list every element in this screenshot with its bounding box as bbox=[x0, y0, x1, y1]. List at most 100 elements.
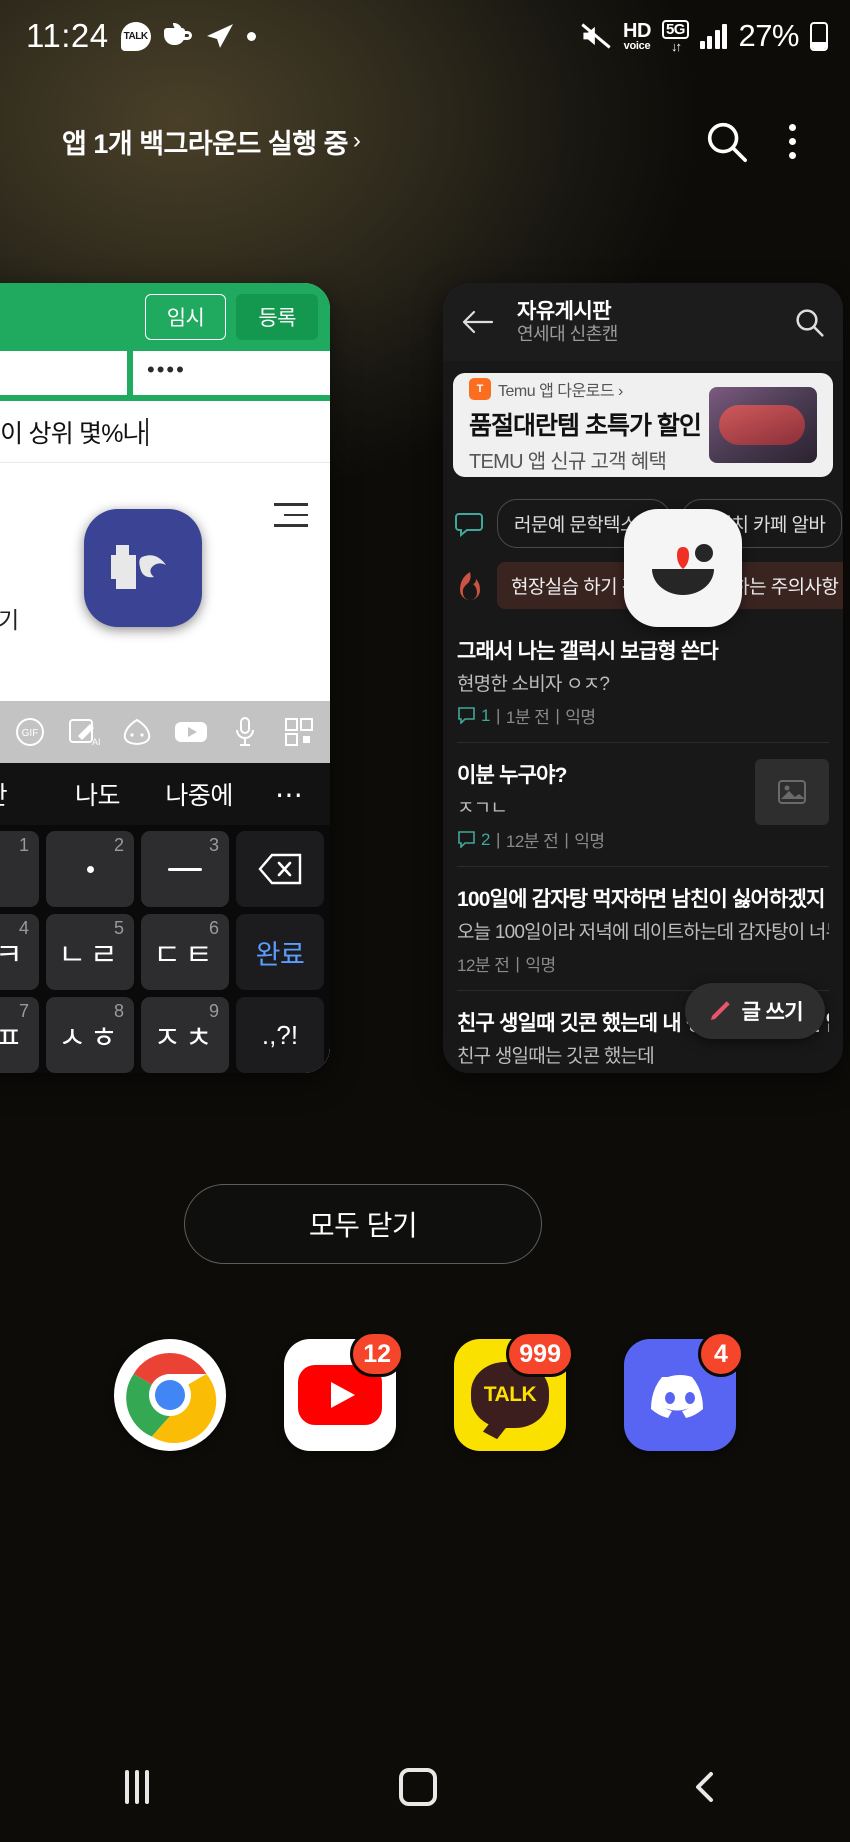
everytime-content[interactable]: T Temu 앱 다운로드 › 품절대란템 초특가 할인 TEMU 앱 신규 고… bbox=[443, 361, 843, 1073]
youtube-icon[interactable] bbox=[172, 713, 210, 751]
submit-button[interactable]: 등록 bbox=[236, 294, 318, 340]
ad-brand-label: Temu 앱 다운로드 › bbox=[498, 382, 623, 400]
text-caret bbox=[145, 417, 148, 446]
keyboard-toolbar[interactable]: GIF AI bbox=[0, 701, 330, 763]
post-time: 12분 전 bbox=[457, 956, 510, 975]
temu-logo-icon: T bbox=[469, 377, 491, 400]
post-author: 익명 bbox=[574, 832, 605, 851]
chrome-icon[interactable] bbox=[114, 1339, 226, 1451]
key-digeut-tieut[interactable]: 6 ㄷㅌ bbox=[141, 914, 229, 990]
keyboard-row: 1 2 3 bbox=[0, 831, 330, 914]
status-bar: 11:24 TALK HD voice 5G ↓↑ 27% bbox=[0, 0, 850, 72]
ai-draw-icon[interactable]: AI bbox=[65, 713, 103, 751]
key-jieut-chieut[interactable]: 9 ㅈㅊ bbox=[141, 997, 229, 1073]
list-item[interactable]: 100일에 감자탕 먹자하면 남친이 싫어하겠지 오늘 100일이라 저녁에 데… bbox=[457, 866, 829, 990]
close-all-button[interactable]: 모두 닫기 bbox=[184, 1184, 542, 1264]
app-cards-carousel[interactable]: ⌄ 임시 등록 •••• 력이면 메붕이 상위 몇%나 미지 만들기 bbox=[0, 283, 850, 1093]
key-bieup-pieup[interactable]: 7 ㅂㅍ bbox=[0, 997, 39, 1073]
suggestion-item[interactable]: 난 bbox=[0, 776, 47, 812]
dock-item-discord[interactable]: 4 bbox=[624, 1331, 744, 1451]
suggestion-more-button[interactable]: ⋯ bbox=[250, 778, 330, 811]
battery-percent: 27% bbox=[738, 18, 799, 53]
post-title: 100일에 감자탕 먹자하면 남친이 싫어하겠지 bbox=[457, 888, 825, 911]
recent-apps-icon[interactable] bbox=[125, 1770, 149, 1804]
recent-apps-screen: 11:24 TALK HD voice 5G ↓↑ 27% 앱 1개 백그라운드… bbox=[0, 0, 850, 1842]
suggestion-item[interactable]: 나도 bbox=[47, 776, 149, 812]
post-title-input[interactable]: 력이면 메붕이 상위 몇%나 bbox=[0, 401, 330, 463]
post-title-value: 력이면 메붕이 상위 몇%나 bbox=[0, 419, 146, 448]
mic-icon[interactable] bbox=[226, 713, 264, 751]
comment-count: 1 bbox=[457, 706, 490, 726]
board-title: 자유게시판 bbox=[517, 299, 612, 323]
keyboard-row: 7 ㅂㅍ 8 ㅅㅎ 9 ㅈㅊ .,?! bbox=[0, 997, 330, 1073]
ad-headline: 품절대란템 초특가 할인 bbox=[469, 411, 702, 440]
nickname-input[interactable] bbox=[0, 351, 127, 395]
svg-text:AI: AI bbox=[92, 737, 100, 747]
key-backspace[interactable] bbox=[236, 831, 324, 907]
dock-item-youtube[interactable]: 12 bbox=[284, 1331, 404, 1451]
kakaotalk-badge: 999 bbox=[506, 1331, 574, 1377]
password-value: •••• bbox=[147, 357, 186, 382]
key-dot[interactable]: 2 bbox=[46, 831, 134, 907]
key-giyeok-kieuk[interactable]: 4 ㄱㅋ bbox=[0, 914, 39, 990]
key-1[interactable]: 1 bbox=[0, 831, 39, 907]
post-preview: 오늘 100일이라 저녁에 데이트하는데 감자탕이 너무 먹고 bbox=[457, 922, 829, 943]
dot-icon bbox=[246, 31, 256, 41]
app-card-dcinside[interactable]: ⌄ 임시 등록 •••• 력이면 메붕이 상위 몇%나 미지 만들기 bbox=[0, 283, 330, 1073]
app-dock[interactable]: 12 TALK 999 4 bbox=[0, 1330, 850, 1460]
list-item[interactable]: 이분 누구야? ㅈㄱㄴ 2 | 12분 전 | 익명 bbox=[457, 742, 829, 866]
coffee-icon bbox=[163, 22, 193, 50]
more-vertical-icon[interactable] bbox=[789, 123, 796, 159]
board-subtitle: 연세대 신촌캔 bbox=[517, 323, 618, 344]
samsung-keyboard[interactable]: 난 나도 나중에 ⋯ 1 2 3 bbox=[0, 763, 330, 1073]
post-author: 익명 bbox=[525, 956, 556, 975]
suggestion-bar[interactable]: 난 나도 나중에 ⋯ bbox=[0, 763, 330, 825]
background-apps-button[interactable]: 앱 1개 백그라운드 실행 중 › bbox=[62, 122, 361, 161]
search-icon[interactable] bbox=[703, 118, 749, 164]
password-input[interactable]: •••• bbox=[133, 351, 330, 395]
ad-banner[interactable]: T Temu 앱 다운로드 › 품절대란템 초특가 할인 TEMU 앱 신규 고… bbox=[453, 373, 833, 477]
back-arrow-icon[interactable] bbox=[461, 309, 495, 335]
dc-credential-fields: •••• bbox=[0, 351, 330, 401]
recents-top-bar: 앱 1개 백그라운드 실행 중 › bbox=[0, 100, 850, 182]
keyboard-keys[interactable]: 1 2 3 4 ㅋ 5 ㄴㄹ 6 ㄷㅌ 완료 7 ㅍ 8 ㅅㅎ 9 ㅈㅊ .,?… bbox=[0, 825, 330, 1073]
sticker-icon[interactable] bbox=[118, 713, 156, 751]
app-card-everytime[interactable]: 자유게시판 연세대 신촌캔 T Temu 앱 다운로드 › 품절대란템 초특가 bbox=[443, 283, 843, 1073]
list-item[interactable]: 그래서 나는 갤럭시 보급형 쓴다 현명한 소비자 ㅇㅈ? 1 | 1분 전 | bbox=[457, 615, 829, 742]
key-punctuation[interactable]: .,?! bbox=[236, 997, 324, 1073]
hd-voice-icon: HD voice bbox=[623, 19, 651, 52]
kakaotalk-icon: TALK bbox=[120, 21, 151, 51]
dock-item-chrome[interactable] bbox=[114, 1339, 226, 1451]
key-nieun-rieul[interactable]: 5 ㄴㄹ bbox=[46, 914, 134, 990]
qr-icon[interactable] bbox=[280, 713, 318, 751]
suggestion-item[interactable]: 나중에 bbox=[148, 776, 250, 812]
make-image-label[interactable]: 미지 만들기 bbox=[0, 601, 19, 635]
key-siot-hieut[interactable]: 8 ㅅㅎ bbox=[46, 997, 134, 1073]
svg-text:GIF: GIF bbox=[21, 728, 38, 739]
discord-badge: 4 bbox=[698, 1331, 744, 1377]
gif-icon[interactable]: GIF bbox=[11, 713, 49, 751]
mute-icon bbox=[581, 23, 611, 49]
battery-icon bbox=[810, 21, 828, 51]
dock-item-kakaotalk[interactable]: TALK 999 bbox=[454, 1331, 574, 1451]
back-icon[interactable] bbox=[687, 1768, 725, 1806]
search-icon[interactable] bbox=[793, 306, 825, 338]
network-5g-icon: 5G ↓↑ bbox=[661, 19, 689, 53]
temp-save-button[interactable]: 임시 bbox=[144, 294, 227, 340]
navigation-bar[interactable] bbox=[0, 1732, 850, 1842]
bar-glyph bbox=[168, 867, 202, 871]
dcinside-app-icon[interactable] bbox=[84, 509, 202, 627]
write-post-button[interactable]: 글 쓰기 bbox=[684, 983, 825, 1039]
chevron-down-icon[interactable]: ⌄ bbox=[0, 306, 3, 329]
key-done[interactable]: 완료 bbox=[236, 914, 324, 990]
post-preview: 현명한 소비자 ㅇㅈ? bbox=[457, 674, 610, 695]
menu-icon[interactable] bbox=[274, 503, 308, 535]
pencil-icon bbox=[710, 1001, 730, 1020]
home-icon[interactable] bbox=[399, 1768, 437, 1806]
everytime-app-icon[interactable] bbox=[624, 509, 742, 627]
post-title: 이분 누구야? bbox=[457, 764, 567, 787]
key-bar[interactable]: 3 bbox=[141, 831, 229, 907]
post-thumbnail bbox=[755, 759, 829, 825]
background-apps-label: 앱 1개 백그라운드 실행 중 bbox=[62, 128, 348, 159]
telegram-icon bbox=[206, 24, 233, 48]
